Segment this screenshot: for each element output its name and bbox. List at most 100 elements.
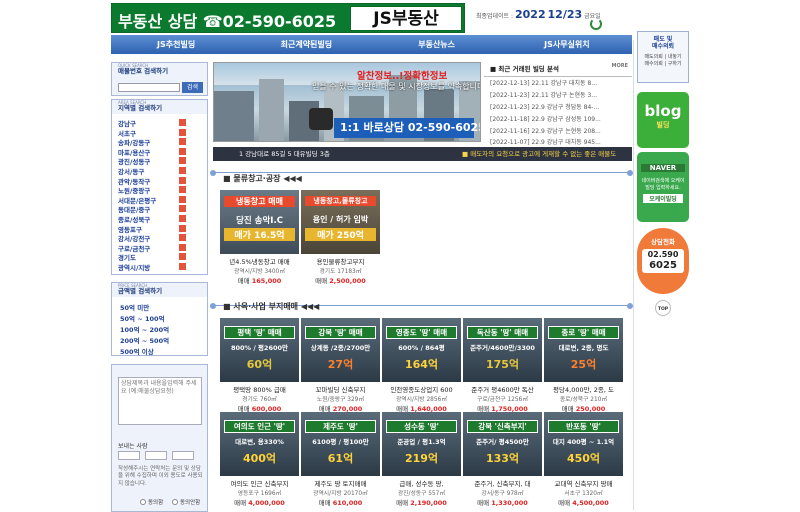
listing-image-text: 대지 400평 ~ 1.1억 (552, 438, 615, 446)
area-new-marker (179, 147, 186, 155)
listing-image-text: 제주도 '땅' (305, 420, 376, 433)
nav-item-contracted[interactable]: 최근계약된빌딩 (241, 35, 371, 54)
inquiry-textarea[interactable]: 상담제목과 내용을입력해 주세요 (예:매물상담요청) (118, 377, 202, 425)
area-item[interactable]: 구로/금천구 (118, 243, 150, 253)
phone-field-2[interactable] (145, 451, 167, 460)
listing-card[interactable]: 여의도 인근 '땅' 대로변, 용330% 400억 여의도 인근 신축부지 영등포구 … (220, 412, 299, 507)
listing-card[interactable]: 성수동 '땅' 준공업 / 평1.3억 219억 급매, 성수동 땅, 광진/성동구 5… (382, 412, 461, 507)
section-warehouse-title: ■ 물류창고·공장 ◀◀◀ (223, 174, 302, 183)
listing-image: 독산동 '땅' 매매 준주거/4600만/3300 175억 (463, 318, 542, 382)
price-search-heading: 금액별 검색하기 (118, 287, 163, 295)
listing-address: 광역시/지방 20170㎡ (313, 491, 368, 497)
news-item[interactable]: [2022-11-18] 22.9 강남구 삼성동 109... (484, 112, 632, 124)
listing-image: 제주도 '땅' 6100평 / 평100만 61억 (301, 412, 380, 476)
news-item[interactable]: [2022-11-23] 22.9 강남구 청담동 84-... (484, 101, 632, 113)
area-item[interactable]: 송파/강동구 (118, 137, 150, 147)
news-item[interactable]: [2022-11-16] 22.9 강남구 논현동 208... (484, 124, 632, 136)
recent-deals-title: ■ 최근 거래된 빌딩 분석 MORE (484, 60, 632, 77)
request-line4: 매수의뢰 | 구하기 (644, 61, 682, 68)
listing-card[interactable]: 평택 '땅' 매매 800% / 평2600만 60억 평택땅 800% 급매 경기도 … (220, 318, 299, 413)
area-item[interactable]: 강서/동구 (118, 166, 144, 176)
section-land-title: ■ 사옥·사업 부지매매 ◀◀◀ (223, 302, 320, 311)
area-item[interactable]: 노원/중랑구 (118, 185, 150, 195)
area-new-marker (179, 253, 186, 261)
site-logo[interactable]: 부동산 상담 ☎02-590-6025 JS부동산 (111, 3, 465, 33)
price-item[interactable]: 100억 ~ 200억 (120, 324, 169, 334)
listing-card[interactable]: 영종도 '땅' 매매 600% / 864평 164억 인천영종도상업지 600 광역시… (382, 318, 461, 413)
listing-address: 노원/중랑구 329㎡ (316, 397, 365, 403)
nav-item-news[interactable]: 부동산뉴스 (372, 35, 502, 54)
listing-card[interactable]: 냉동창고 매매 당진 송악I.C 매가 16.5억 년4.5%냉동창고 매매 광… (220, 190, 299, 285)
agree-radio[interactable] (140, 499, 146, 505)
nav-item-recommended[interactable]: JS추천빌딩 (111, 35, 241, 54)
listing-image-text: 61억 (327, 452, 354, 465)
search-button[interactable]: 검색 (182, 82, 203, 93)
listing-card[interactable]: 강북 '땅' 매매 상계동 /2종/2700만 27억 꼬마빌딩 신축부지 노원/중랑구… (301, 318, 380, 413)
nav-item-location[interactable]: JS사무실위치 (502, 35, 632, 54)
listing-card[interactable]: 독산동 '땅' 매매 준주거/4600만/3300 175억 준주거 평4600만 독… (463, 318, 542, 413)
area-item[interactable]: 서대문/은평구 (118, 195, 156, 205)
area-item[interactable]: 영등포구 (118, 224, 142, 234)
disagree-label: 동의안함 (180, 500, 201, 506)
area-item[interactable]: 관악/동작구 (118, 176, 150, 186)
sell-buy-request-button[interactable]: 매도 및 매수의뢰 매도의뢰 | 내놓기 매수의뢰 | 구하기 (637, 31, 689, 83)
naver-button[interactable]: NAVER 네이버검색에 오케이빌딩 입력하세요. 오케이빌딩 (637, 152, 689, 222)
privacy-notice: 작성해주시는 연락처는 문의 및 상담을 위해 수집하며 이외 용도로 사용되지… (118, 466, 203, 487)
area-item[interactable]: 광역시/지방 (118, 262, 150, 272)
listing-card[interactable]: 제주도 '땅' 6100평 / 평100만 61억 제주도 땅 토지매매 광역시/지방 … (301, 412, 380, 507)
listing-image-text: 164억 (404, 358, 439, 371)
listing-price-value: 610,000 (332, 499, 363, 507)
area-item[interactable]: 강서/강전구 (118, 233, 150, 243)
search-input[interactable] (118, 83, 180, 92)
number-search-box: QUICK SEARCH 매물번호 검색하기 검색 (111, 62, 208, 96)
blog-button[interactable]: blog 빌딩 (637, 92, 689, 148)
area-item[interactable]: 마포/용산구 (118, 147, 150, 157)
listing-image-text: 대로변, 용330% (235, 438, 284, 446)
area-new-marker (179, 167, 186, 174)
banner-call[interactable]: 1:1 바로상담 02-590-6025 (334, 118, 480, 138)
listing-card[interactable]: 반포동 '땅' 대지 400평 ~ 1.1억 450억 교대역 신축부지 땅매 서초구 … (544, 412, 623, 507)
listing-address: 광역시/지방 2856㎡ (395, 397, 447, 403)
price-item[interactable]: 50억 미만 (120, 302, 149, 312)
area-item[interactable]: 종로/성북구 (118, 214, 150, 224)
listing-image-text: 대로변, 2종, 명도 (558, 344, 609, 352)
listing-name: 준주거, 신축부지, 대 (474, 480, 531, 488)
area-item[interactable]: 서초구 (118, 128, 136, 138)
listing-name: 교대역 신축부지 땅매 (554, 480, 613, 488)
main-banner[interactable]: 알찬정보..!정확한정보 믿을 수 있는 정확한 매물 및 시장정보를 약속합니… (213, 62, 481, 142)
listing-card[interactable]: 강북 '신축부지' 준주거/ 평4500만 133억 준주거, 신축부지, 대 강서/동… (463, 412, 542, 507)
price-item[interactable]: 200억 ~ 500억 (120, 335, 169, 345)
listing-price-label: 매매 (315, 277, 328, 285)
listing-price-label: 매매 (234, 499, 247, 507)
area-item[interactable]: 동대문/중구 (118, 204, 150, 214)
recent-deals-panel: ■ 최근 거래된 빌딩 분석 MORE [2022-12-13] 22.11 강남… (484, 60, 632, 146)
news-item[interactable]: [2022-11-07] 22.9 강남구 대치동 945... (484, 136, 632, 148)
news-item[interactable]: [2022-12-13] 22.11 강남구 대치동 8... (484, 77, 632, 89)
area-new-marker (179, 263, 186, 270)
inquiry-box: 상담제목과 내용을입력해 주세요 (예:매물상담요청) 보내는 사람 작성해주시… (111, 364, 208, 512)
listing-address: 경기도 760㎡ (242, 397, 277, 403)
news-ticker[interactable]: 1 강남대로 85길 5 대유빌딩 3층 ■ 매도자의 요청으로 광고에 게재할… (213, 147, 632, 161)
refresh-icon[interactable] (590, 18, 602, 30)
top-button[interactable]: TOP (655, 300, 671, 316)
price-item[interactable]: 50억 ~ 100억 (120, 313, 165, 323)
area-item[interactable]: 경기도 (118, 252, 136, 262)
phone-field-3[interactable] (172, 451, 194, 460)
call-button[interactable]: 상담전화 02.590 6025 (637, 228, 689, 294)
listing-image-text: 냉동창고,물류창고 (305, 196, 376, 206)
listing-address: 영등포구 1696㎡ (237, 491, 282, 497)
listing-card[interactable]: 냉동창고,물류창고 용인 / 허가 임박 매가 250억 용인물류창고부지 경기… (301, 190, 380, 285)
price-item[interactable]: 500억 이상 (120, 346, 154, 356)
naver-search-term: 오케이빌딩 (643, 194, 683, 203)
area-new-marker (179, 119, 186, 126)
more-link[interactable]: MORE (612, 63, 629, 69)
area-item[interactable]: 강남구 (118, 118, 136, 128)
area-new-marker (179, 176, 186, 184)
listing-card[interactable]: 종로 '땅' 매매 대로변, 2종, 명도 25억 평당4,000만, 2종, 도 종로… (544, 318, 623, 413)
phone-field-1[interactable] (118, 451, 140, 460)
news-item[interactable]: [2022-11-23] 22.11 강남구 논현동 3... (484, 89, 632, 101)
area-item[interactable]: 광진/성동구 (118, 156, 150, 166)
listing-address: 종로/성북구 210㎡ (559, 397, 608, 403)
area-search-title: AREA SEARCH 지역별 검색하기 (112, 100, 207, 114)
disagree-radio[interactable] (172, 499, 178, 505)
